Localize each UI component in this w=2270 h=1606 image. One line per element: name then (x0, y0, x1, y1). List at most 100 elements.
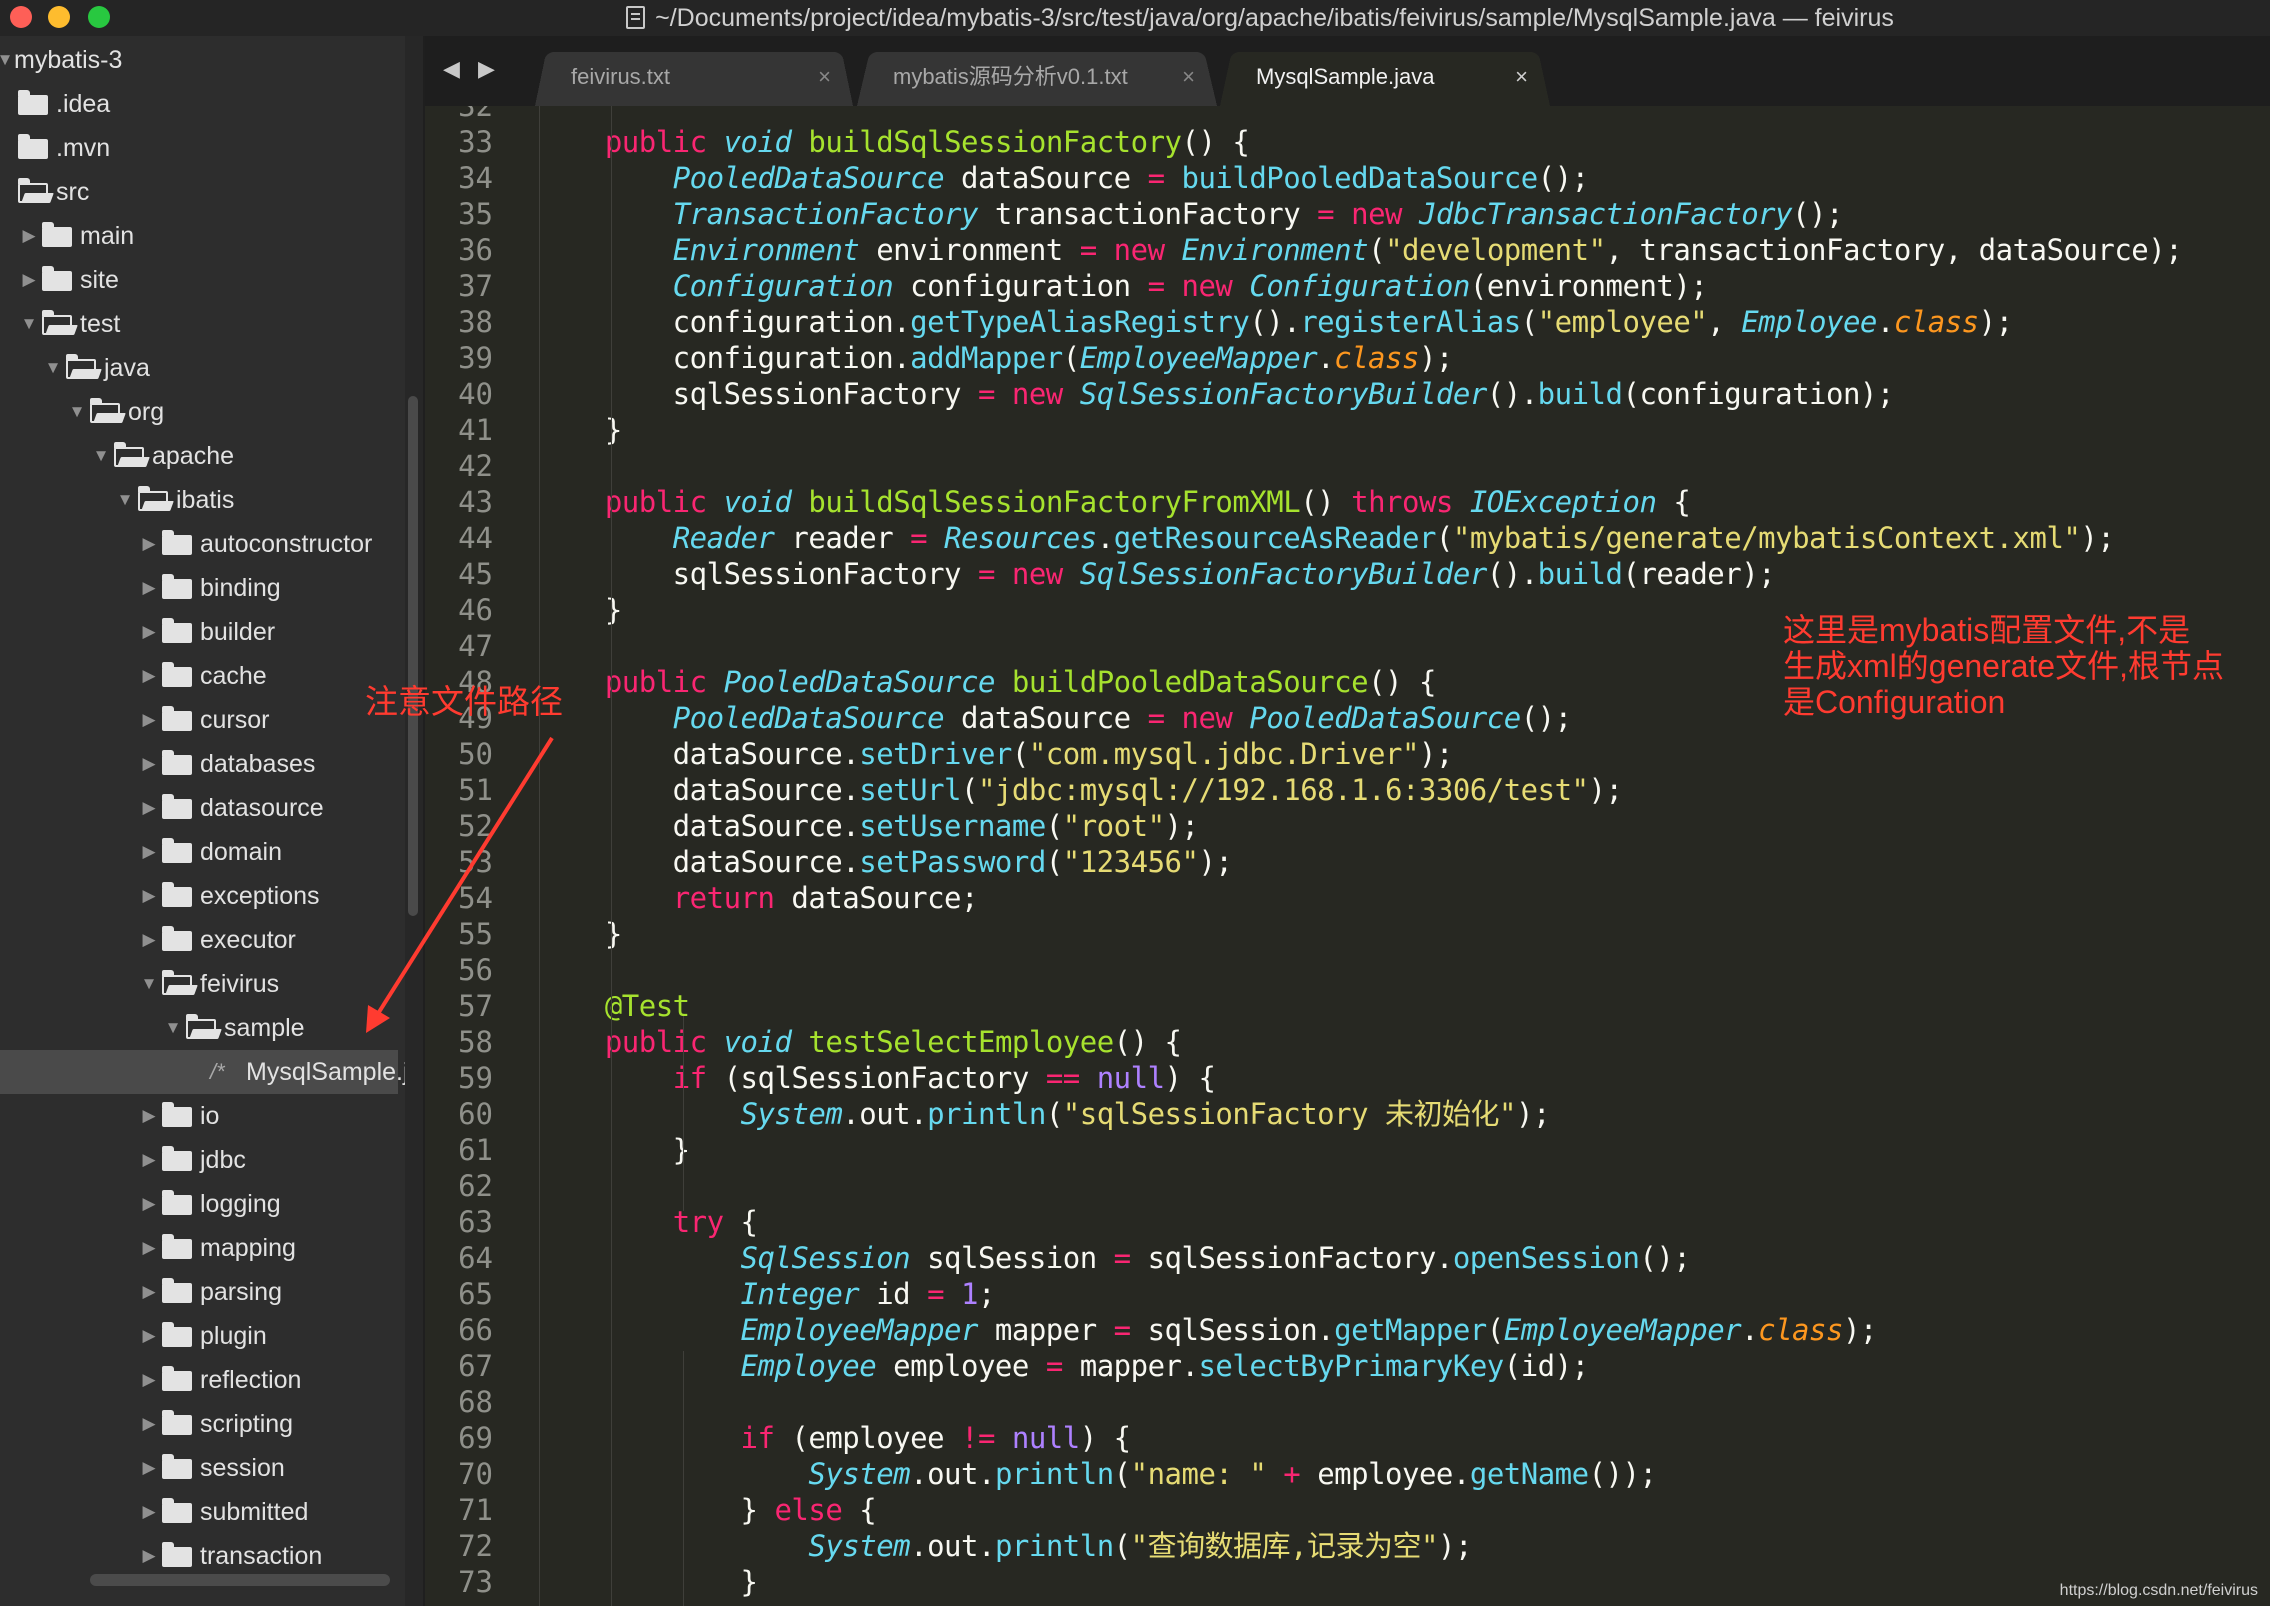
sidebar-item[interactable]: ▶ executor (0, 918, 398, 962)
disclosure-expanded-icon[interactable]: ▼ (92, 434, 110, 478)
sidebar-item[interactable]: ▶ databases (0, 742, 398, 786)
tab-close-icon[interactable]: × (1515, 48, 1528, 106)
sidebar-scroll-thumb[interactable] (408, 396, 418, 916)
disclosure-collapsed-icon[interactable]: ▶ (140, 874, 158, 918)
sidebar-item[interactable]: ▼ feivirus (0, 962, 398, 1006)
code-line[interactable]: configuration.addMapper(EmployeeMapper.c… (537, 340, 1454, 376)
code-line[interactable]: dataSource.setPassword("123456"); (537, 844, 1233, 880)
sidebar-horizontal-scroll-thumb[interactable] (90, 1574, 390, 1586)
sidebar-item[interactable]: .mvn (0, 126, 398, 170)
sidebar-item[interactable]: ▶ submitted (0, 1490, 398, 1534)
sidebar-item[interactable]: ▶ main (0, 214, 398, 258)
disclosure-collapsed-icon[interactable]: ▶ (140, 1314, 158, 1358)
disclosure-collapsed-icon[interactable]: ▶ (140, 786, 158, 830)
disclosure-collapsed-icon[interactable]: ▶ (140, 698, 158, 742)
code-line[interactable]: TransactionFactory transactionFactory = … (537, 196, 1844, 232)
code-line[interactable]: try { (537, 1204, 758, 1240)
sidebar-item[interactable]: ▶ mapping (0, 1226, 398, 1270)
tab[interactable]: mybatis源码分析v0.1.txt × (857, 48, 1217, 106)
disclosure-collapsed-icon[interactable]: ▶ (140, 1446, 158, 1490)
sidebar-item[interactable]: ▼ test (0, 302, 398, 346)
sidebar-item[interactable]: ▶ plugin (0, 1314, 398, 1358)
tab-nav-arrows[interactable]: ◀ ▶ (443, 56, 501, 82)
sidebar-item[interactable]: ▶ binding (0, 566, 398, 610)
sidebar-item[interactable]: .idea (0, 82, 398, 126)
sidebar-item[interactable]: ▶ cache (0, 654, 398, 698)
code-line[interactable]: SqlSession sqlSession = sqlSessionFactor… (537, 1240, 1691, 1276)
code-line[interactable]: public void testSelectEmployee() { (537, 1024, 1182, 1060)
code-line[interactable]: Employee employee = mapper.selectByPrima… (537, 1348, 1590, 1384)
code-line[interactable]: Integer id = 1; (537, 1276, 996, 1312)
sidebar-item[interactable]: ▶ io (0, 1094, 398, 1138)
disclosure-collapsed-icon[interactable]: ▶ (140, 1358, 158, 1402)
code-line[interactable]: } else { (537, 1492, 877, 1528)
sidebar-item[interactable]: ▶ scripting (0, 1402, 398, 1446)
disclosure-expanded-icon[interactable]: ▼ (44, 346, 62, 390)
disclosure-collapsed-icon[interactable]: ▶ (140, 1226, 158, 1270)
disclosure-collapsed-icon[interactable]: ▶ (140, 742, 158, 786)
sidebar-item[interactable]: ▼ org (0, 390, 398, 434)
code-line[interactable]: } (537, 1132, 690, 1168)
code-line[interactable]: configuration.getTypeAliasRegistry().reg… (537, 304, 2013, 340)
disclosure-collapsed-icon[interactable]: ▶ (140, 522, 158, 566)
code-line[interactable]: PooledDataSource dataSource = new Pooled… (537, 700, 1572, 736)
sidebar-item[interactable]: ▶ logging (0, 1182, 398, 1226)
sidebar-item[interactable]: ▶ datasource (0, 786, 398, 830)
sidebar-item[interactable]: ▶ reflection (0, 1358, 398, 1402)
sidebar-item[interactable]: ▶ autoconstructor (0, 522, 398, 566)
disclosure-expanded-icon[interactable]: ▼ (140, 962, 158, 1006)
code-line[interactable]: } (537, 1564, 758, 1600)
code-line[interactable]: return dataSource; (537, 880, 979, 916)
disclosure-collapsed-icon[interactable]: ▶ (140, 1490, 158, 1534)
code-line[interactable]: Configuration configuration = new Config… (537, 268, 1708, 304)
disclosure-expanded-icon[interactable]: ▼ (164, 1006, 182, 1050)
disclosure-collapsed-icon[interactable]: ▶ (140, 1182, 158, 1226)
code-line[interactable]: if (sqlSessionFactory == null) { (537, 1060, 1216, 1096)
disclosure-expanded-icon[interactable]: ▼ (20, 302, 38, 346)
sidebar-item[interactable]: ▶ exceptions (0, 874, 398, 918)
code-line[interactable]: public PooledDataSource buildPooledDataS… (537, 664, 1437, 700)
disclosure-collapsed-icon[interactable]: ▶ (140, 1534, 158, 1578)
disclosure-expanded-icon[interactable]: ▼ (68, 390, 86, 434)
disclosure-collapsed-icon[interactable]: ▶ (140, 1094, 158, 1138)
sidebar-item[interactable]: ▶ builder (0, 610, 398, 654)
disclosure-collapsed-icon[interactable]: ▶ (140, 918, 158, 962)
code-line[interactable]: sqlSessionFactory = new SqlSessionFactor… (537, 556, 1776, 592)
disclosure-expanded-icon[interactable]: ▼ (116, 478, 134, 522)
disclosure-collapsed-icon[interactable]: ▶ (140, 566, 158, 610)
disclosure-collapsed-icon[interactable]: ▶ (20, 214, 38, 258)
disclosure-collapsed-icon[interactable]: ▶ (140, 1138, 158, 1182)
code-line[interactable]: @Test (537, 988, 690, 1024)
code-line[interactable]: public void buildSqlSessionFactoryFromXM… (537, 484, 1691, 520)
sidebar-scrollbar[interactable] (405, 36, 423, 1606)
disclosure-collapsed-icon[interactable]: ▶ (140, 830, 158, 874)
code-line[interactable]: dataSource.setDriver("com.mysql.jdbc.Dri… (537, 736, 1454, 772)
code-line[interactable]: } (537, 412, 622, 448)
tab-close-icon[interactable]: × (1182, 48, 1195, 106)
code-line[interactable]: dataSource.setUsername("root"); (537, 808, 1199, 844)
sidebar-item[interactable]: ▼ sample (0, 1006, 398, 1050)
disclosure-expanded-icon[interactable]: ▼ (0, 38, 14, 82)
code-line[interactable]: } (537, 916, 622, 952)
disclosure-collapsed-icon[interactable]: ▶ (140, 654, 158, 698)
sidebar-item[interactable]: ▶ domain (0, 830, 398, 874)
sidebar-item[interactable]: ▶ parsing (0, 1270, 398, 1314)
sidebar-item[interactable]: ▶ site (0, 258, 398, 302)
code-line[interactable]: System.out.println("name: " + employee.g… (537, 1456, 1657, 1492)
sidebar-item[interactable]: ▼ ibatis (0, 478, 398, 522)
sidebar-item[interactable]: /* MysqlSample.ja (0, 1050, 405, 1094)
code-editor[interactable]: 32 33 public void buildSqlSessionFactory(… (425, 106, 2270, 1606)
sidebar-item[interactable]: ▼ java (0, 346, 398, 390)
disclosure-collapsed-icon[interactable]: ▶ (140, 1402, 158, 1446)
code-line[interactable]: public void buildSqlSessionFactory() { (537, 124, 1250, 160)
code-line[interactable]: Reader reader = Resources.getResourceAsR… (537, 520, 2115, 556)
disclosure-collapsed-icon[interactable]: ▶ (140, 1270, 158, 1314)
disclosure-collapsed-icon[interactable]: ▶ (20, 258, 38, 302)
code-line[interactable]: if (employee != null) { (537, 1420, 1132, 1456)
sidebar-item[interactable]: ▶ cursor (0, 698, 398, 742)
sidebar-item[interactable]: src (0, 170, 398, 214)
tab[interactable]: feivirus.txt × (535, 48, 853, 106)
code-line[interactable]: System.out.println("查询数据库,记录为空"); (537, 1528, 1472, 1564)
sidebar-item[interactable]: ▼ mybatis-3 (0, 38, 398, 82)
code-line[interactable]: System.out.println("sqlSessionFactory 未初… (537, 1096, 1551, 1132)
